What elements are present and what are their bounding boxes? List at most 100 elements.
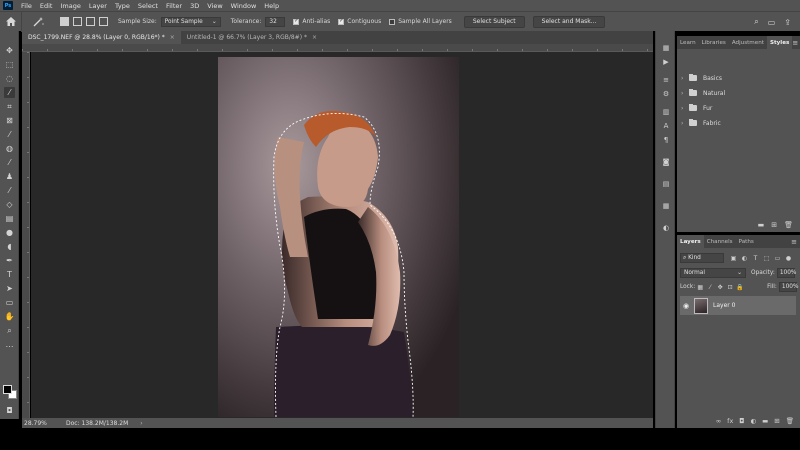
new-group-icon[interactable]: ▬ bbox=[758, 221, 765, 229]
chevron-right-icon[interactable]: › bbox=[681, 120, 689, 127]
chevron-right-icon[interactable]: › bbox=[681, 105, 689, 112]
fx-icon[interactable]: fx bbox=[727, 417, 733, 425]
adjustments-panel-icon[interactable]: ⚙ bbox=[661, 89, 671, 99]
actions-panel-icon[interactable]: ▶ bbox=[661, 57, 671, 67]
brush-tool-icon[interactable]: ⁄ bbox=[4, 157, 15, 168]
tab-adjustments[interactable]: Adjustment bbox=[729, 36, 767, 49]
character-panel-icon[interactable]: A bbox=[661, 121, 671, 131]
blend-mode-select[interactable]: Normal ⌄ bbox=[680, 268, 746, 278]
menu-select[interactable]: Select bbox=[134, 2, 162, 10]
vertical-ruler[interactable] bbox=[22, 52, 30, 418]
group-icon[interactable]: ▬ bbox=[762, 417, 768, 425]
gradients-panel-icon[interactable]: ▤ bbox=[661, 179, 671, 189]
tab-layers[interactable]: Layers bbox=[677, 235, 704, 248]
anti-alias-checkbox[interactable]: ✓ Anti-alias bbox=[293, 18, 330, 25]
adjustment-icon[interactable]: ◐ bbox=[750, 417, 756, 425]
close-icon[interactable]: × bbox=[312, 34, 317, 41]
tab-untitled-1[interactable]: Untitled-1 @ 66.7% (Layer 3, RGB/8#) * × bbox=[181, 31, 323, 44]
marquee-tool-icon[interactable]: ⬚ bbox=[4, 59, 15, 70]
style-folder-basics[interactable]: › Basics bbox=[681, 72, 722, 84]
crop-tool-icon[interactable]: ⌗ bbox=[4, 101, 15, 112]
smart-object-filter-icon[interactable]: ▭ bbox=[772, 255, 783, 262]
canvas-area[interactable] bbox=[31, 52, 653, 418]
lock-all-icon[interactable]: 🔒 bbox=[735, 284, 745, 291]
select-subject-button[interactable]: Select Subject bbox=[463, 15, 525, 28]
shape-filter-icon[interactable]: ⬚ bbox=[761, 255, 772, 262]
link-icon[interactable]: ∞ bbox=[716, 417, 721, 425]
add-to-selection-button[interactable] bbox=[73, 17, 82, 26]
filter-toggle-icon[interactable]: ● bbox=[783, 255, 794, 262]
color-panel-icon[interactable]: ◐ bbox=[661, 223, 671, 233]
mask-icon[interactable]: ◘ bbox=[739, 417, 744, 425]
menu-edit[interactable]: Edit bbox=[36, 2, 57, 10]
quick-mask-icon[interactable]: ◘ bbox=[4, 405, 15, 416]
contiguous-checkbox[interactable]: ✓ Contiguous bbox=[338, 18, 381, 25]
opacity-input[interactable]: 100% bbox=[776, 268, 796, 278]
trash-icon[interactable]: 🗑 bbox=[786, 417, 794, 425]
clone-stamp-tool-icon[interactable]: ♟ bbox=[4, 171, 15, 182]
history-panel-icon[interactable]: ▦ bbox=[661, 43, 671, 53]
sample-all-layers-checkbox[interactable]: Sample All Layers bbox=[389, 18, 452, 25]
panel-menu-icon[interactable]: ≡ bbox=[792, 36, 800, 49]
zoom-level[interactable]: 28.79% bbox=[24, 420, 62, 427]
tab-paths[interactable]: Paths bbox=[736, 235, 757, 248]
pixel-filter-icon[interactable]: ▣ bbox=[728, 255, 739, 262]
patterns-panel-icon[interactable]: ▦ bbox=[661, 201, 671, 211]
adjustment-filter-icon[interactable]: ◐ bbox=[739, 255, 750, 262]
move-tool-icon[interactable]: ✥ bbox=[4, 45, 15, 56]
tab-libraries[interactable]: Libraries bbox=[699, 36, 729, 49]
menu-window[interactable]: Window bbox=[227, 2, 261, 10]
pen-tool-icon[interactable]: ✒ bbox=[4, 255, 15, 266]
layer-name[interactable]: Layer 0 bbox=[713, 302, 735, 309]
style-folder-natural[interactable]: › Natural bbox=[681, 87, 725, 99]
menu-file[interactable]: File bbox=[17, 2, 36, 10]
chevron-right-icon[interactable]: › bbox=[681, 75, 689, 82]
home-button[interactable] bbox=[0, 11, 22, 32]
panel-menu-icon[interactable]: ≡ bbox=[791, 235, 800, 248]
type-filter-icon[interactable]: T bbox=[750, 255, 761, 262]
properties-panel-icon[interactable]: ▥ bbox=[661, 107, 671, 117]
edit-toolbar-icon[interactable]: ⋯ bbox=[4, 341, 15, 352]
new-layer-icon[interactable]: ⊞ bbox=[774, 417, 779, 425]
subtract-from-selection-button[interactable] bbox=[86, 17, 95, 26]
lock-position-icon[interactable]: ✥ bbox=[715, 284, 725, 291]
magic-wand-tool-icon[interactable]: ⁄ bbox=[4, 87, 15, 98]
eraser-tool-icon[interactable]: ◇ bbox=[4, 199, 15, 210]
menu-type[interactable]: Type bbox=[111, 2, 134, 10]
sample-size-select[interactable]: Point Sample ⌄ bbox=[160, 16, 221, 27]
menu-3d[interactable]: 3D bbox=[186, 2, 203, 10]
frame-tool-icon[interactable]: ⊠ bbox=[4, 115, 15, 126]
style-folder-fabric[interactable]: › Fabric bbox=[681, 117, 721, 129]
new-selection-button[interactable] bbox=[60, 17, 69, 26]
lock-image-icon[interactable]: ⁄ bbox=[705, 284, 715, 291]
path-selection-tool-icon[interactable]: ➤ bbox=[4, 283, 15, 294]
lock-artboard-icon[interactable]: ⊡ bbox=[725, 284, 735, 291]
tab-styles[interactable]: Styles bbox=[766, 36, 793, 49]
horizontal-ruler[interactable] bbox=[22, 44, 653, 52]
style-folder-fur[interactable]: › Fur bbox=[681, 102, 712, 114]
layer-row[interactable]: ◉ Layer 0 bbox=[680, 296, 796, 315]
magic-wand-preset-button[interactable] bbox=[32, 16, 46, 28]
workspace-icon[interactable]: ▭ bbox=[768, 18, 776, 27]
type-tool-icon[interactable]: T bbox=[4, 269, 15, 280]
zoom-tool-icon[interactable]: ⌕ bbox=[4, 325, 15, 336]
history-brush-tool-icon[interactable]: ⁄ bbox=[4, 185, 15, 196]
tab-dsc-1799[interactable]: DSC_1799.NEF @ 28.8% (Layer 0, RGB/16*) … bbox=[22, 31, 181, 44]
brush-settings-icon[interactable]: ≡ bbox=[661, 75, 671, 85]
new-style-icon[interactable]: ⊞ bbox=[771, 221, 777, 229]
lock-transparency-icon[interactable]: ▦ bbox=[695, 284, 705, 291]
gradient-tool-icon[interactable]: ▤ bbox=[4, 213, 15, 224]
search-icon[interactable]: ⌕ bbox=[754, 17, 758, 27]
fill-input[interactable]: 100% bbox=[778, 282, 798, 292]
paragraph-panel-icon[interactable]: ¶ bbox=[661, 135, 671, 145]
healing-brush-tool-icon[interactable]: ◍ bbox=[4, 143, 15, 154]
tolerance-input[interactable]: 32 bbox=[265, 16, 286, 27]
dodge-tool-icon[interactable]: ◖ bbox=[4, 241, 15, 252]
tab-channels[interactable]: Channels bbox=[704, 235, 736, 248]
menu-help[interactable]: Help bbox=[260, 2, 283, 10]
hand-tool-icon[interactable]: ✋ bbox=[4, 311, 15, 322]
chevron-right-icon[interactable]: › bbox=[681, 90, 689, 97]
close-icon[interactable]: × bbox=[170, 34, 175, 41]
chevron-right-icon[interactable]: › bbox=[140, 420, 142, 427]
share-icon[interactable]: ⇪ bbox=[784, 18, 791, 27]
